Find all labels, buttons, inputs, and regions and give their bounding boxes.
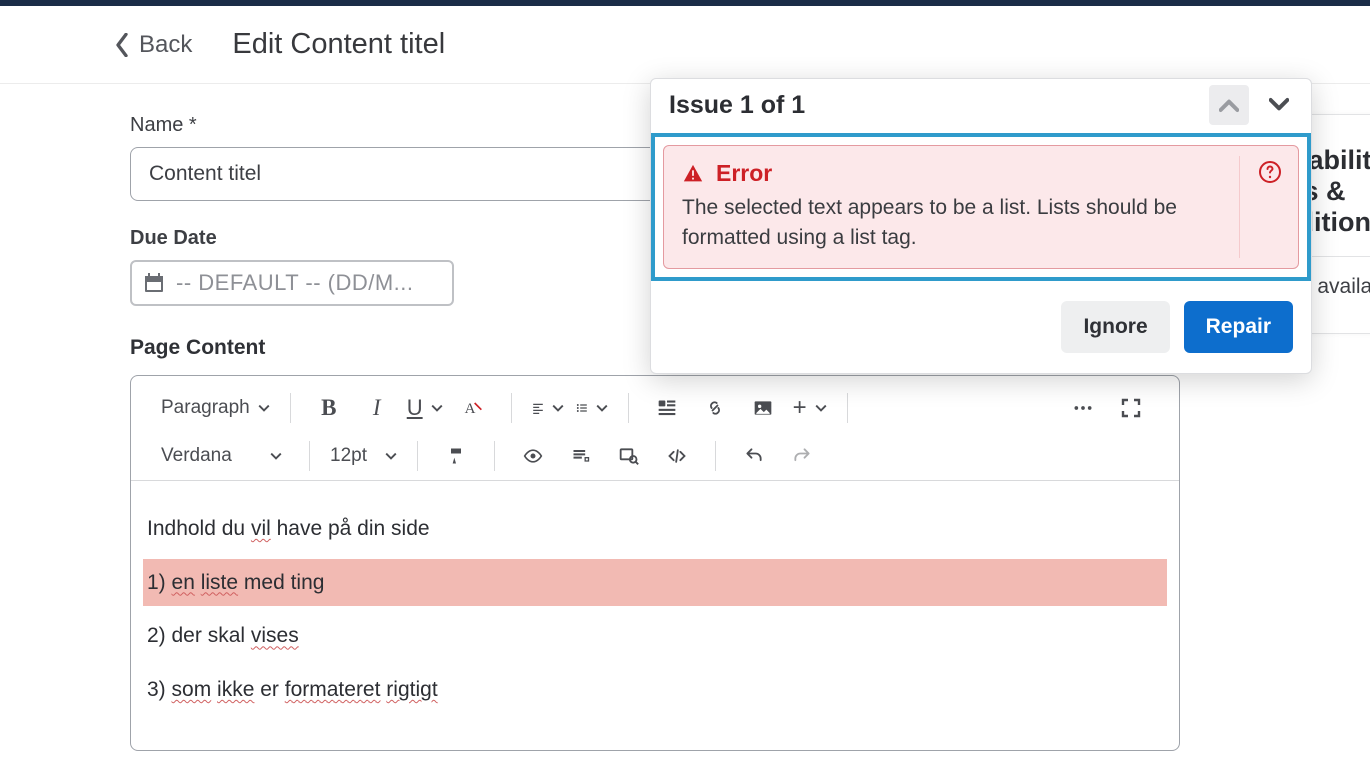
redo-button[interactable] — [778, 438, 826, 474]
back-label: Back — [139, 31, 192, 59]
chevron-down-icon — [1269, 95, 1289, 115]
page-header: Back Edit Content titel — [0, 6, 1370, 84]
error-alert: Error The selected text appears to be a … — [663, 145, 1299, 269]
italic-button[interactable]: I — [353, 390, 401, 426]
editor-body[interactable]: Indhold du vil have på din side 1) en li… — [131, 481, 1179, 750]
content-form: Name * Due Date -- DEFAULT -- (DD/M... P… — [130, 114, 1180, 751]
issue-counter: Issue 1 of 1 — [669, 91, 805, 120]
chevron-down-icon — [815, 402, 827, 414]
list-button[interactable] — [570, 398, 614, 418]
font-size-select[interactable]: 12pt — [324, 441, 403, 471]
redo-icon — [792, 446, 812, 466]
next-issue-button[interactable] — [1259, 85, 1299, 125]
accessibility-checker-panel: Issue 1 of 1 — [650, 78, 1312, 374]
back-button[interactable]: Back — [115, 31, 192, 59]
more-insert-button[interactable]: + — [787, 392, 833, 424]
link-button[interactable] — [691, 390, 739, 426]
source-code-button[interactable] — [653, 438, 701, 474]
chevron-left-icon — [115, 33, 129, 57]
chevron-down-icon — [552, 402, 564, 414]
link-icon — [705, 398, 725, 418]
chevron-down-icon — [258, 402, 270, 414]
error-highlight-frame: Error The selected text appears to be a … — [651, 133, 1311, 281]
image-icon — [753, 398, 773, 418]
format-painter-icon — [446, 446, 466, 466]
insert-stuff-button[interactable] — [643, 390, 691, 426]
align-button[interactable] — [526, 398, 570, 418]
help-circle-icon — [1258, 160, 1282, 184]
word-count-icon — [571, 446, 591, 466]
content-line: Indhold du vil have på din side — [143, 505, 1167, 553]
page-title: Edit Content titel — [232, 28, 445, 61]
content-line: 2) der skal vises — [143, 612, 1167, 660]
chevron-down-icon — [431, 402, 443, 414]
preview-button[interactable] — [605, 438, 653, 474]
chevron-down-icon — [270, 450, 282, 462]
fullscreen-button[interactable] — [1107, 390, 1155, 426]
text-color-icon: A — [463, 398, 483, 418]
repair-button[interactable]: Repair — [1184, 301, 1293, 353]
previous-issue-button — [1209, 85, 1249, 125]
error-message: The selected text appears to be a list. … — [682, 193, 1202, 254]
due-date-input[interactable]: -- DEFAULT -- (DD/M... — [130, 260, 454, 306]
content-line: 3) som ikke er formateret rigtigt — [143, 666, 1167, 714]
underline-button[interactable]: U — [401, 391, 449, 425]
error-help-button[interactable] — [1258, 160, 1282, 184]
bullet-list-icon — [576, 402, 588, 414]
undo-button[interactable] — [730, 438, 778, 474]
ellipsis-icon — [1073, 398, 1093, 418]
insert-stuff-icon — [657, 398, 677, 418]
svg-text:A: A — [464, 401, 475, 417]
eye-icon — [523, 446, 543, 466]
bold-button[interactable]: B — [305, 390, 353, 426]
error-title-row: Error — [682, 160, 1202, 187]
rich-text-editor: Paragraph B I U A — [130, 375, 1180, 751]
word-count-button[interactable] — [557, 438, 605, 474]
undo-icon — [744, 446, 764, 466]
chevron-down-icon — [596, 402, 608, 414]
warning-triangle-icon — [682, 163, 704, 185]
block-format-select[interactable]: Paragraph — [155, 393, 276, 423]
text-color-button[interactable]: A — [449, 390, 497, 426]
font-family-select[interactable]: Verdana — [155, 441, 288, 471]
align-left-icon — [532, 402, 544, 414]
page-content-label: Page Content — [130, 336, 265, 360]
editor-toolbar: Paragraph B I U A — [131, 376, 1179, 481]
chevron-down-icon — [385, 450, 397, 462]
code-icon — [667, 446, 687, 466]
calendar-icon — [142, 271, 166, 295]
chevron-up-icon — [1219, 95, 1239, 115]
accessibility-checker-button[interactable] — [509, 438, 557, 474]
more-actions-button[interactable] — [1059, 390, 1107, 426]
ignore-button[interactable]: Ignore — [1061, 301, 1169, 353]
content-line-highlighted: 1) en liste med ting — [143, 559, 1167, 607]
fullscreen-icon — [1121, 398, 1141, 418]
due-date-placeholder: -- DEFAULT -- (DD/M... — [176, 270, 414, 296]
format-painter-button[interactable] — [432, 438, 480, 474]
find-replace-icon — [619, 446, 639, 466]
image-button[interactable] — [739, 390, 787, 426]
